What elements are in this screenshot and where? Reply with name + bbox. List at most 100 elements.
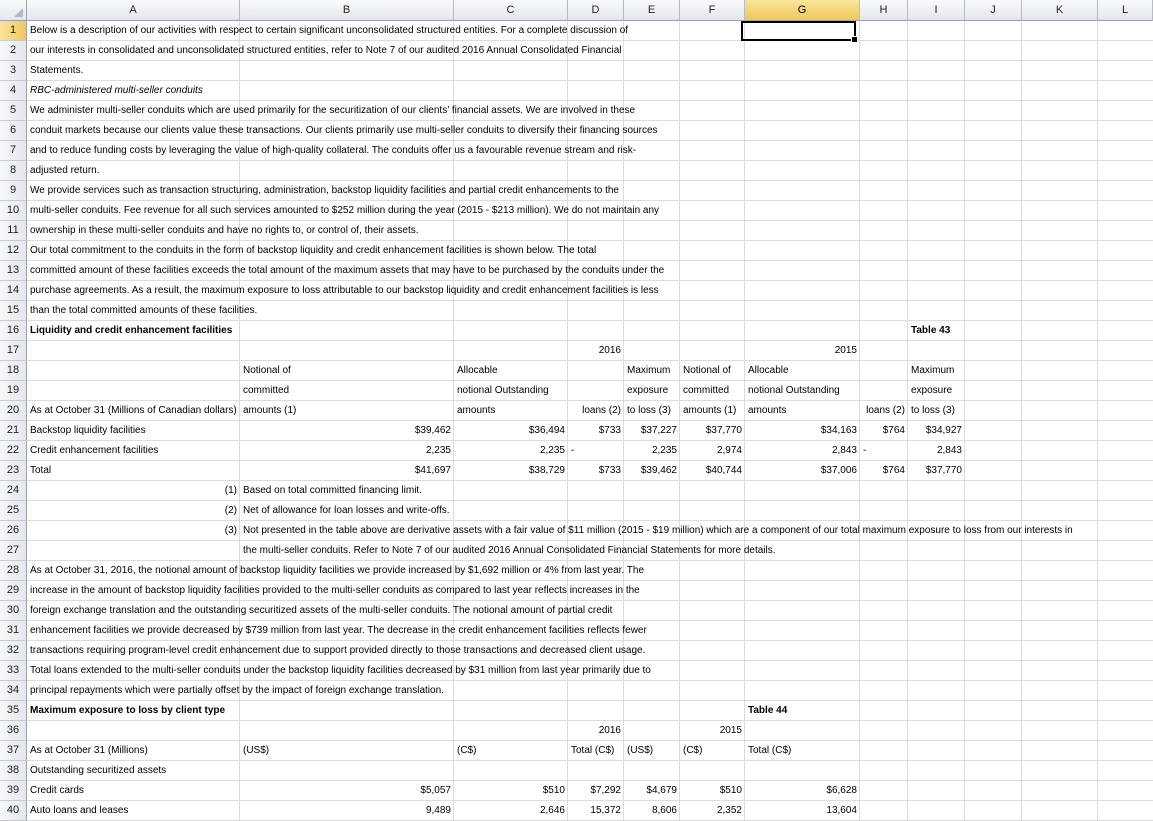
row-header-16[interactable]: 16 — [0, 321, 27, 341]
cell-a21[interactable]: Backstop liquidity facilities — [27, 421, 240, 441]
cell-a24[interactable]: (1) — [27, 481, 240, 501]
row-header-15[interactable]: 15 — [0, 301, 27, 321]
active-cell-cursor[interactable] — [741, 21, 858, 43]
cell-b25[interactable]: Net of allowance for loan losses and wri… — [240, 501, 454, 521]
cell-b23[interactable]: $41,697 — [240, 461, 454, 481]
row-header-20[interactable]: 20 — [0, 401, 27, 421]
cell-b27[interactable]: the multi-seller conduits. Refer to Note… — [240, 541, 779, 561]
row-header-18[interactable]: 18 — [0, 361, 27, 381]
cell-f36[interactable]: 2015 — [680, 721, 745, 741]
cell-a8[interactable]: adjusted return. — [27, 161, 240, 181]
row-header-17[interactable]: 17 — [0, 341, 27, 361]
cell-i23[interactable]: $37,770 — [908, 461, 965, 481]
cell-a35[interactable]: Maximum exposure to loss by client type — [27, 701, 240, 721]
cell-a23[interactable]: Total — [27, 461, 240, 481]
cell-a39[interactable]: Credit cards — [27, 781, 240, 801]
row-header-39[interactable]: 39 — [0, 781, 27, 801]
row-header-23[interactable]: 23 — [0, 461, 27, 481]
cell-b26[interactable]: Not presented in the table above are der… — [240, 521, 1076, 541]
cell-h21[interactable]: $764 — [860, 421, 908, 441]
cell-a4[interactable]: RBC-administered multi-seller conduits — [27, 81, 240, 101]
cell-c36[interactable]: 2016 — [454, 721, 624, 741]
cell-a13[interactable]: committed amount of these facilities exc… — [27, 261, 667, 281]
cell-a29[interactable]: increase in the amount of backstop liqui… — [27, 581, 643, 601]
row-header-13[interactable]: 13 — [0, 261, 27, 281]
row-header-4[interactable]: 4 — [0, 81, 27, 101]
cell-a20[interactable]: As at October 31 (Millions of Canadian d… — [27, 401, 240, 421]
cell-a15[interactable]: than the total committed amounts of thes… — [27, 301, 260, 321]
cell-b24[interactable]: Based on total committed financing limit… — [240, 481, 454, 501]
cell-b20[interactable]: amounts (1) — [240, 401, 454, 421]
cell-g21[interactable]: $34,163 — [745, 421, 860, 441]
row-header-2[interactable]: 2 — [0, 41, 27, 61]
spreadsheet-grid[interactable]: ABCDEFGHIJKL 1 2 3 4 5 6 7 8 9 10 11 12 13 14 15 16 17 18… — [0, 0, 1153, 821]
cell-d22[interactable]: - — [568, 441, 624, 461]
cell-a30[interactable]: foreign exchange translation and the out… — [27, 601, 615, 621]
row-header-21[interactable]: 21 — [0, 421, 27, 441]
cell-g22[interactable]: 2,843 — [745, 441, 860, 461]
cell-c17[interactable]: 2016 — [454, 341, 624, 361]
cell-a12[interactable]: Our total commitment to the conduits in … — [27, 241, 599, 261]
cell-e37[interactable]: (US$) — [624, 741, 680, 761]
row-header-12[interactable]: 12 — [0, 241, 27, 261]
cell-i16[interactable]: Table 43 — [908, 321, 965, 341]
row-header-7[interactable]: 7 — [0, 141, 27, 161]
cell-c23[interactable]: $38,729 — [454, 461, 568, 481]
cell-b21[interactable]: $39,462 — [240, 421, 454, 441]
cell-a6[interactable]: conduit markets because our clients valu… — [27, 121, 661, 141]
cell-a31[interactable]: enhancement facilities we provide decrea… — [27, 621, 650, 641]
cell-a33[interactable]: Total loans extended to the multi-seller… — [27, 661, 654, 681]
row-header-34[interactable]: 34 — [0, 681, 27, 701]
row-header-37[interactable]: 37 — [0, 741, 27, 761]
cell-b18[interactable]: Notional of — [240, 361, 454, 381]
cell-a25[interactable]: (2) — [27, 501, 240, 521]
cell-c19[interactable]: notional Outstanding — [454, 381, 568, 401]
cell-i20[interactable]: to loss (3) — [908, 401, 965, 421]
row-header-14[interactable]: 14 — [0, 281, 27, 301]
cell-f18[interactable]: Notional of — [680, 361, 745, 381]
row-header-40[interactable]: 40 — [0, 801, 27, 821]
cell-g17[interactable]: 2015 — [745, 341, 860, 361]
column-header-a[interactable]: A — [27, 0, 240, 21]
cell-a5[interactable]: We administer multi-seller conduits whic… — [27, 101, 638, 121]
cell-a10[interactable]: multi-seller conduits. Fee revenue for a… — [27, 201, 662, 221]
cell-b22[interactable]: 2,235 — [240, 441, 454, 461]
cell-a3[interactable]: Statements. — [27, 61, 240, 81]
column-header-g[interactable]: G — [745, 0, 860, 21]
cell-e19[interactable]: exposure — [624, 381, 680, 401]
cell-f21[interactable]: $37,770 — [680, 421, 745, 441]
cell-b40[interactable]: 9,489 — [240, 801, 454, 821]
cell-d23[interactable]: $733 — [568, 461, 624, 481]
column-header-f[interactable]: F — [680, 0, 745, 21]
column-header-c[interactable]: C — [454, 0, 568, 21]
select-all-corner[interactable] — [0, 0, 27, 21]
cell-f22[interactable]: 2,974 — [680, 441, 745, 461]
cell-c40[interactable]: 2,646 — [454, 801, 568, 821]
cell-d21[interactable]: $733 — [568, 421, 624, 441]
cell-e39[interactable]: $4,679 — [624, 781, 680, 801]
cell-c39[interactable]: $510 — [454, 781, 568, 801]
cell-a11[interactable]: ownership in these multi-seller conduits… — [27, 221, 422, 241]
cell-h23[interactable]: $764 — [860, 461, 908, 481]
cell-g18[interactable]: Allocable — [745, 361, 860, 381]
cell-b37[interactable]: (US$) — [240, 741, 454, 761]
cell-a16[interactable]: Liquidity and credit enhancement facilit… — [27, 321, 240, 341]
cell-f20[interactable]: amounts (1) — [680, 401, 745, 421]
row-header-19[interactable]: 19 — [0, 381, 27, 401]
column-header-b[interactable]: B — [240, 0, 454, 21]
cell-d40[interactable]: 15,372 — [568, 801, 624, 821]
cell-a34[interactable]: principal repayments which were partiall… — [27, 681, 447, 701]
cell-e21[interactable]: $37,227 — [624, 421, 680, 441]
cell-e22[interactable]: 2,235 — [624, 441, 680, 461]
cell-i22[interactable]: 2,843 — [908, 441, 965, 461]
cell-a28[interactable]: As at October 31, 2016, the notional amo… — [27, 561, 647, 581]
row-header-28[interactable]: 28 — [0, 561, 27, 581]
cell-c18[interactable]: Allocable — [454, 361, 568, 381]
cell-g35[interactable]: Table 44 — [745, 701, 860, 721]
cell-i21[interactable]: $34,927 — [908, 421, 965, 441]
row-header-1[interactable]: 1 — [0, 21, 27, 41]
row-header-31[interactable]: 31 — [0, 621, 27, 641]
column-header-l[interactable]: L — [1098, 0, 1153, 21]
cell-a22[interactable]: Credit enhancement facilities — [27, 441, 240, 461]
cell-g37[interactable]: Total (C$) — [745, 741, 860, 761]
